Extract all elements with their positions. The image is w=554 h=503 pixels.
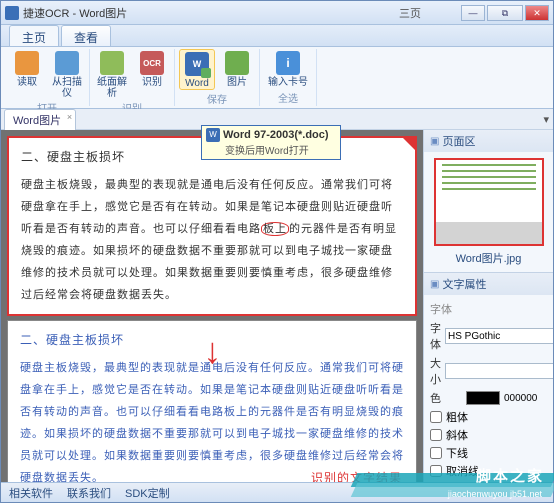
info-icon: i xyxy=(276,51,300,75)
main-area: 二、硬盘主板损坏 硬盘主板烧毁，最典型的表现就是通电后没有任何反应。通常我们可将… xyxy=(1,130,423,482)
sidebar: 页面区 Word图片.jpg 文字属性 字体 字体 大小 色000000 粗体 xyxy=(423,130,553,482)
app-icon xyxy=(5,6,19,20)
italic-checkbox[interactable] xyxy=(430,429,442,441)
color-swatch[interactable] xyxy=(466,391,500,405)
pages-panel: 页面区 Word图片.jpg xyxy=(424,130,553,273)
minimize-button[interactable]: — xyxy=(461,5,485,21)
word-small-icon: W xyxy=(206,128,220,142)
dropdown-icon[interactable]: ▾ xyxy=(543,113,549,126)
ribbon-group-other: i输入卡号 全选 xyxy=(260,49,317,106)
close-button[interactable]: ✕ xyxy=(525,5,549,21)
scanner-button[interactable]: 从扫描仪 xyxy=(49,49,85,99)
parse-icon xyxy=(100,51,124,75)
text-props-panel: 文字属性 字体 字体 大小 色000000 粗体 斜体 下线 取消线 xyxy=(424,273,553,482)
word-format-tooltip: WWord 97-2003(*.doc) 变换后用Word打开 xyxy=(201,125,341,160)
status-sdk[interactable]: SDK定制 xyxy=(125,485,170,501)
result-label: 识别的文字结果 xyxy=(311,467,402,482)
document-tab[interactable]: Word图片× xyxy=(4,109,76,130)
ribbon-group-open: 读取 从扫描仪 打开 xyxy=(5,49,90,106)
size-input[interactable] xyxy=(445,363,553,379)
titlebar: 捷速OCR - Word图片 三页 — ⧉ ✕ xyxy=(1,1,553,25)
source-body: 硬盘主板烧毁，最典型的表现就是通电后没有任何反应。通常我们可将硬盘拿在手上，感觉… xyxy=(21,174,403,306)
read-button[interactable]: 读取 xyxy=(9,49,45,88)
save-word-button[interactable]: WWord xyxy=(179,49,215,90)
ribbon-group-save: WWord 图片 保存 xyxy=(175,49,260,106)
scanner-icon xyxy=(55,51,79,75)
window-title: 捷速OCR - Word图片 xyxy=(23,5,399,21)
strike-checkbox[interactable] xyxy=(430,465,442,477)
props-group-label: 字体 xyxy=(430,301,547,317)
ocr-button[interactable]: OCR识别 xyxy=(134,49,170,88)
read-icon xyxy=(15,51,39,75)
ribbon-group-recognize: 纸面解析 OCR识别 识别 xyxy=(90,49,175,106)
size-label: 大小 xyxy=(430,355,441,387)
font-input[interactable] xyxy=(445,328,553,344)
page-indicator: 三页 xyxy=(399,5,421,21)
tab-view[interactable]: 查看 xyxy=(61,25,111,46)
color-label: 色 xyxy=(430,390,462,406)
image-icon xyxy=(225,51,249,75)
result-body: 硬盘主板烧毁，最典型的表现就是通电后没有任何反应。通常我们可将硬盘拿在手上，感觉… xyxy=(20,357,404,482)
highlighted-text: 板上 xyxy=(261,222,289,236)
document-tabbar: Word图片× WWord 97-2003(*.doc) 变换后用Word打开 … xyxy=(1,109,553,130)
group-label-save: 保存 xyxy=(207,90,227,107)
source-page[interactable]: 二、硬盘主板损坏 硬盘主板烧毁，最典型的表现就是通电后没有任何反应。通常我们可将… xyxy=(7,136,417,316)
card-button[interactable]: i输入卡号 xyxy=(264,49,312,88)
save-image-button[interactable]: 图片 xyxy=(219,49,255,88)
statusbar: 相关软件 联系我们 SDK定制 xyxy=(1,482,553,502)
color-value: 000000 xyxy=(504,393,537,404)
workspace: 二、硬盘主板损坏 硬盘主板烧毁，最典型的表现就是通电后没有任何反应。通常我们可将… xyxy=(1,130,553,482)
tab-home[interactable]: 主页 xyxy=(9,25,59,46)
group-label-other: 全选 xyxy=(278,89,298,106)
close-tab-icon[interactable]: × xyxy=(67,112,72,122)
bold-checkbox[interactable] xyxy=(430,411,442,423)
pages-panel-header[interactable]: 页面区 xyxy=(424,130,553,152)
status-related[interactable]: 相关软件 xyxy=(9,485,53,501)
underline-checkbox[interactable] xyxy=(430,447,442,459)
parse-button[interactable]: 纸面解析 xyxy=(94,49,130,99)
page-thumbnail[interactable] xyxy=(434,158,544,246)
ribbon-tabs: 主页 查看 xyxy=(1,25,553,47)
app-window: 捷速OCR - Word图片 三页 — ⧉ ✕ 主页 查看 读取 从扫描仪 打开… xyxy=(0,0,554,503)
font-label: 字体 xyxy=(430,320,441,352)
word-icon: W xyxy=(185,52,209,76)
ocr-icon: OCR xyxy=(140,51,164,75)
status-contact[interactable]: 联系我们 xyxy=(67,485,111,501)
props-panel-header[interactable]: 文字属性 xyxy=(424,273,553,295)
arrow-down-icon: ↓ xyxy=(204,330,222,372)
maximize-button[interactable]: ⧉ xyxy=(487,5,523,21)
ribbon: 读取 从扫描仪 打开 纸面解析 OCR识别 识别 WWord 图片 保存 i输入… xyxy=(1,47,553,109)
thumbnail-label: Word图片.jpg xyxy=(430,250,547,266)
